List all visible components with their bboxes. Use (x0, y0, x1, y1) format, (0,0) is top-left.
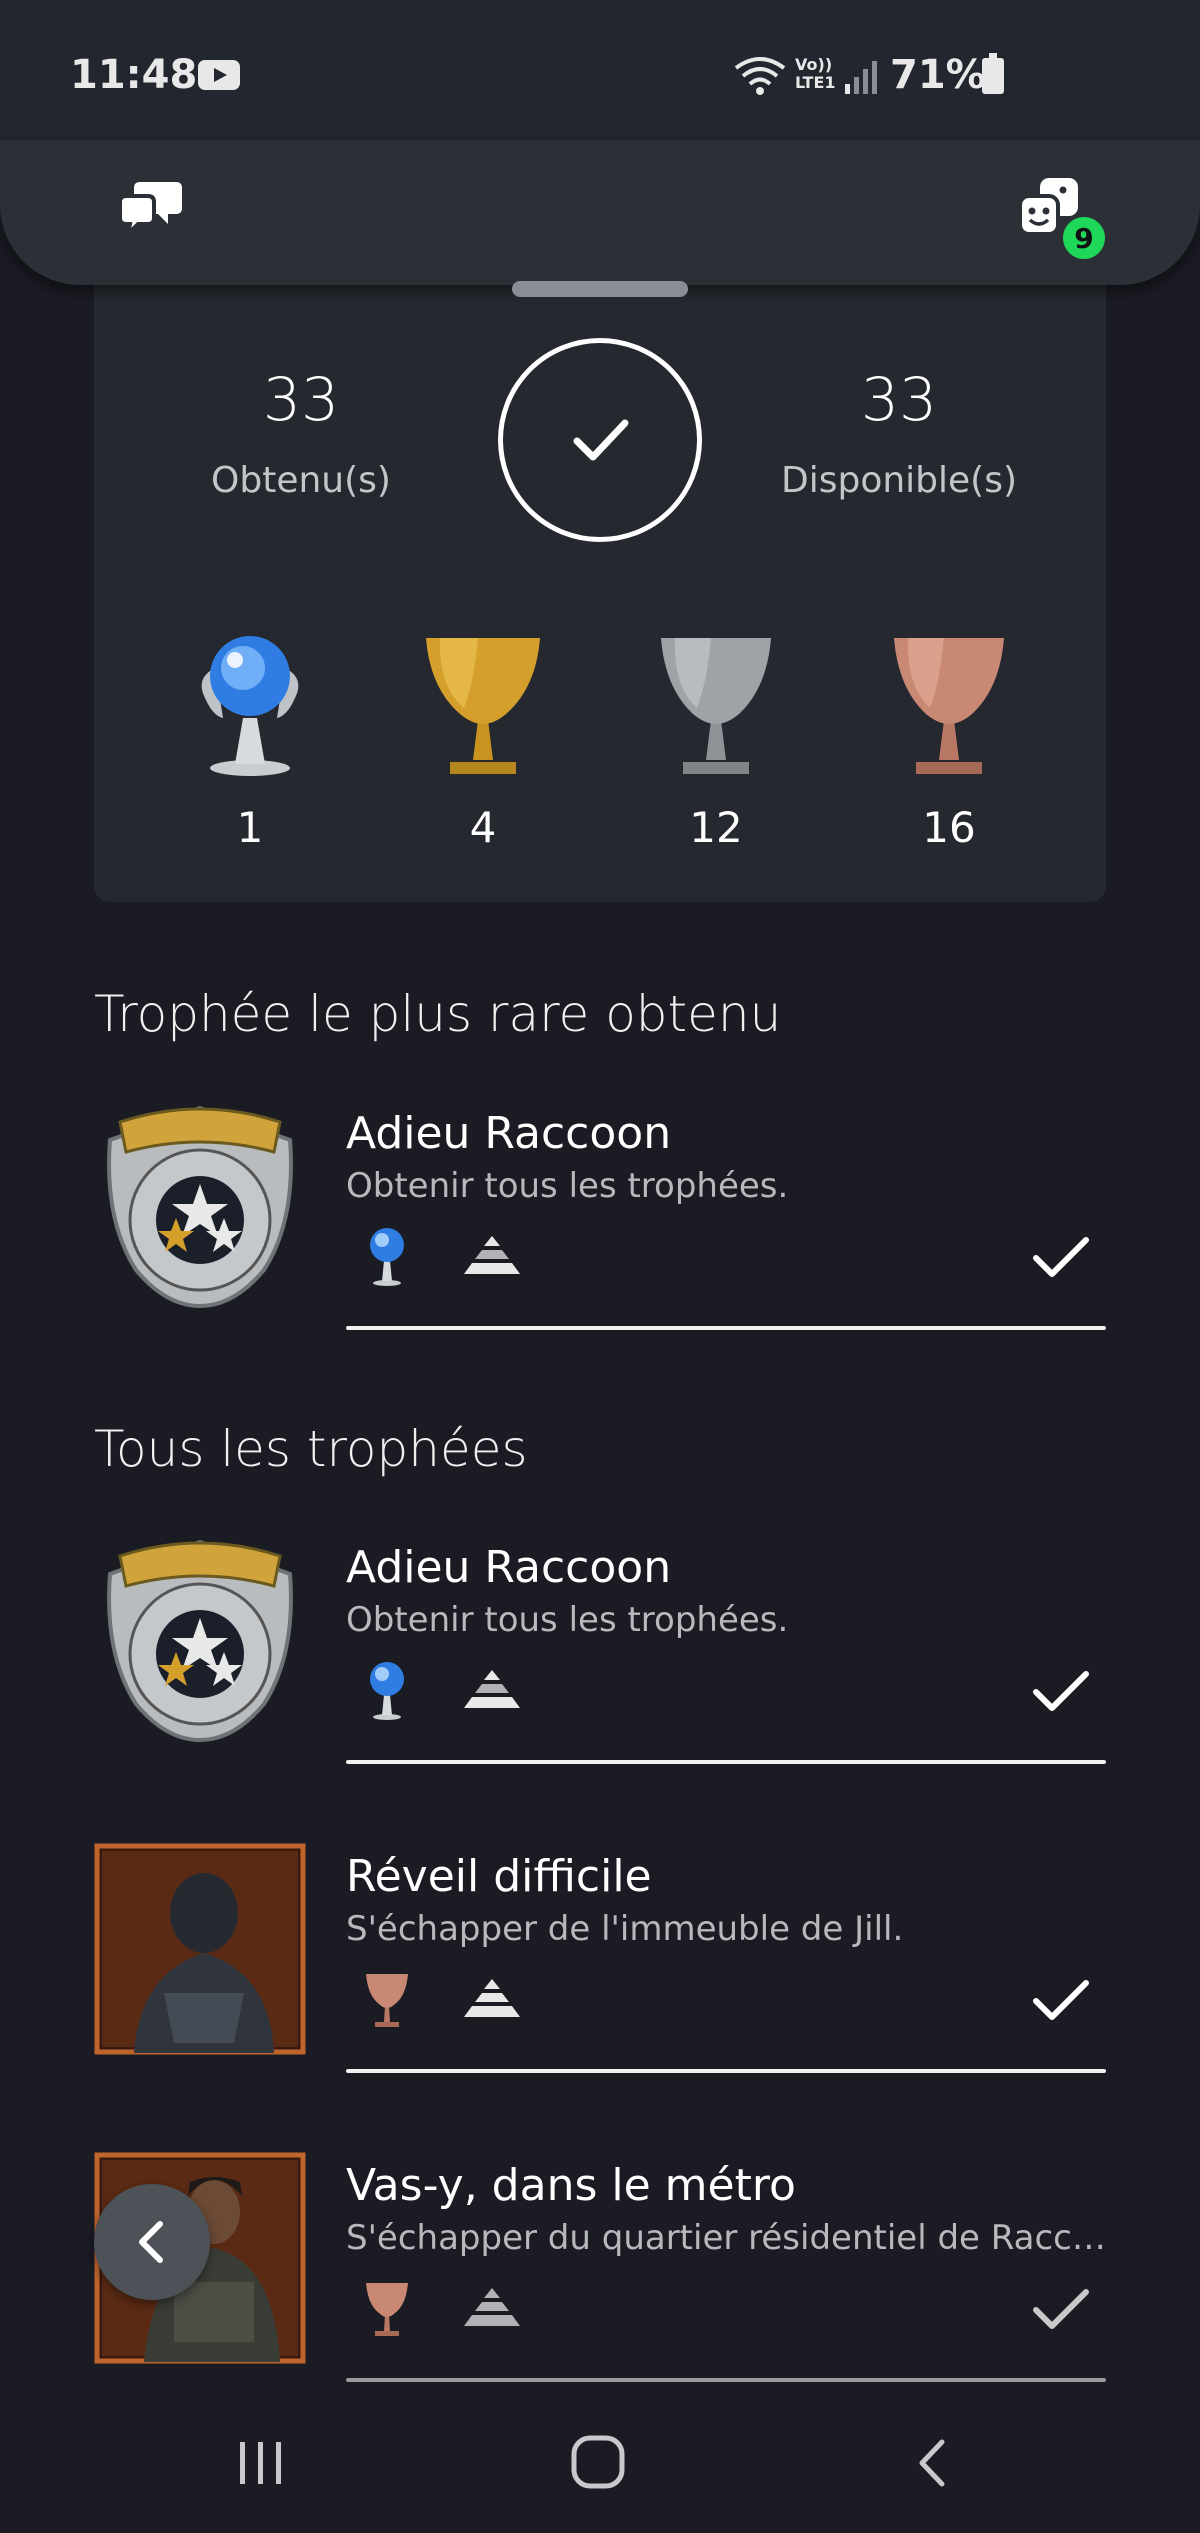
status-time: 11:48 (70, 52, 198, 98)
trophy-description: S'échapper du quartier résidentiel de Ra… (346, 2218, 1106, 2258)
rarest-trophy-heading: Trophée le plus rare obtenu (94, 985, 782, 1043)
rarity-pyramid-icon (464, 1236, 520, 1274)
stars-badge-art (107, 1105, 293, 1309)
bronze-trophy-icon (366, 2283, 408, 2336)
gold-count: 4 (469, 803, 497, 852)
rarity-pyramid-icon (464, 1670, 520, 1708)
checkmark-icon (573, 419, 629, 461)
silver-trophy-icon (661, 638, 771, 774)
gold-trophy-icon (426, 638, 540, 774)
trophy-title: Réveil difficile (346, 1851, 652, 1902)
home-icon[interactable] (570, 2434, 626, 2490)
platinum-trophy-icon (370, 1662, 404, 1720)
progress-bar (346, 2069, 1106, 2073)
trophy-title: Adieu Raccoon (346, 1542, 672, 1593)
trophy-description: Obtenir tous les trophées. (346, 1600, 789, 1640)
chat-bubbles-icon[interactable] (118, 178, 184, 236)
silver-count: 12 (689, 803, 743, 852)
wifi-icon (734, 57, 786, 95)
bronze-trophy-icon (894, 638, 1004, 774)
platinum-count: 1 (236, 803, 264, 852)
character-portrait-art (94, 1843, 306, 2055)
back-button[interactable] (94, 2184, 210, 2300)
recent-apps-icon[interactable] (236, 2440, 286, 2486)
progress-bar (346, 2378, 1106, 2382)
drag-handle[interactable] (512, 281, 688, 297)
platinum-trophy-icon (370, 1228, 404, 1286)
stars-badge-art (107, 1539, 293, 1743)
trophy-row[interactable]: Adieu Raccoon Obtenir tous les trophées. (94, 1100, 1106, 1340)
volte-icon: Vo)) LTE1 (795, 55, 836, 92)
earned-count: 33 (262, 365, 340, 435)
checkmark-icon (1033, 1980, 1089, 2020)
signal-icon (845, 61, 877, 94)
battery-level: 71% (890, 52, 986, 98)
friends-notification-badge: 9 (1060, 214, 1108, 262)
chevron-left-icon (139, 2221, 163, 2263)
checkmark-icon (1033, 1237, 1089, 1277)
bronze-count: 16 (922, 803, 976, 852)
bronze-trophy-icon (366, 1974, 408, 2027)
checkmark-icon (1033, 1671, 1089, 1711)
earned-label: Obtenu(s) (211, 460, 391, 501)
trophy-title: Vas-y, dans le métro (346, 2160, 796, 2211)
trophy-description: Obtenir tous les trophées. (346, 1166, 789, 1206)
battery-icon (982, 53, 1004, 94)
available-count: 33 (860, 365, 938, 435)
platinum-trophy-icon (201, 636, 299, 776)
completion-ring (498, 338, 702, 542)
trophy-description: S'échapper de l'immeuble de Jill. (346, 1909, 904, 1949)
rarity-pyramid-icon (464, 1979, 520, 2017)
progress-bar (346, 1326, 1106, 1330)
status-bar: 11:48 Vo)) LTE1 71% (0, 0, 1200, 140)
trophy-row[interactable]: Réveil difficile S'échapper de l'immeubl… (94, 1843, 1106, 2083)
trophy-row[interactable]: Adieu Raccoon Obtenir tous les trophées. (94, 1534, 1106, 1774)
trophy-title: Adieu Raccoon (346, 1108, 672, 1159)
rarity-pyramid-icon (464, 2288, 520, 2326)
youtube-notification-icon (198, 60, 240, 90)
available-label: Disponible(s) (780, 460, 1018, 501)
trophy-row[interactable]: Vas-y, dans le métro S'échapper du quart… (94, 2152, 1106, 2392)
trophy-screen: 11:48 Vo)) LTE1 71% 9 33 Obtenu(s) 33 Di… (0, 0, 1200, 2533)
progress-bar (346, 1760, 1106, 1764)
back-nav-icon[interactable] (912, 2436, 952, 2490)
checkmark-icon (1033, 2289, 1089, 2329)
all-trophies-heading: Tous les trophées (94, 1420, 528, 1478)
